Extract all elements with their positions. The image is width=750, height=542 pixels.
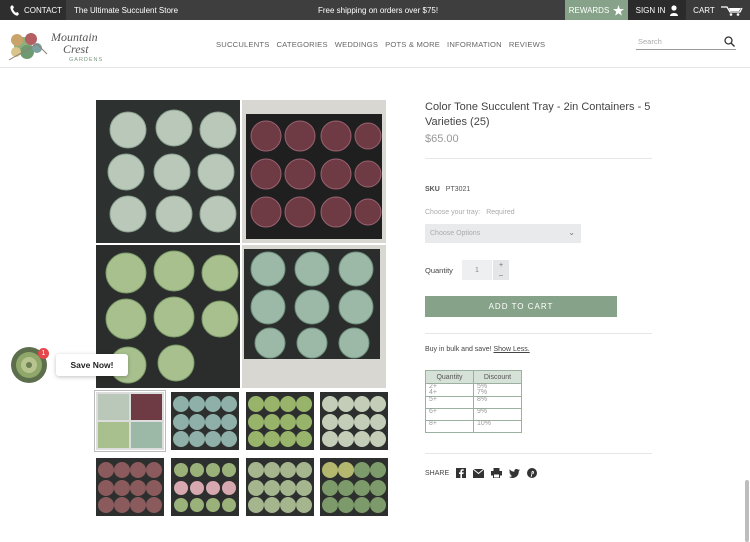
thumbnail-4[interactable]: [320, 392, 388, 450]
thumbnail-strip: [94, 390, 388, 522]
tray-select[interactable]: Choose Options ⌄: [425, 224, 581, 243]
sign-in-label: SIGN IN: [635, 5, 666, 15]
page-scrollbar[interactable]: [745, 480, 749, 542]
contact-link[interactable]: CONTACT: [0, 0, 66, 20]
thumbnail-6[interactable]: [171, 458, 239, 516]
quantity-decrease-button[interactable]: –: [493, 270, 509, 280]
sku-row: SKU PT3021: [425, 186, 470, 193]
shipping-banner: Free shipping on orders over $75!: [318, 6, 439, 15]
choose-tray-label: Choose your tray:: [425, 209, 481, 216]
product-main-image[interactable]: [96, 100, 386, 388]
discount-qty: 5+: [425, 396, 474, 409]
save-now-button[interactable]: Save Now!: [56, 354, 128, 376]
store-logo[interactable]: Mountain Crest GARDENS: [7, 24, 127, 64]
pinterest-icon[interactable]: [527, 468, 538, 478]
thumbnail-5[interactable]: [96, 458, 164, 516]
discount-header-quantity: Quantity: [425, 370, 474, 384]
store-tagline: The Ultimate Succulent Store: [74, 6, 179, 15]
divider: [425, 333, 652, 334]
cart-icon: [720, 5, 743, 16]
product-title: Color Tone Succulent Tray - 2in Containe…: [425, 101, 651, 128]
divider: [425, 158, 652, 159]
tray-option-label: Choose your tray: Required: [425, 209, 515, 216]
table-row: 2+ 4+ 5% 7%: [425, 383, 522, 397]
site-header: Mountain Crest GARDENS SUCCULENTS CATEGO…: [0, 20, 750, 68]
nav-item-reviews[interactable]: REVIEWS: [509, 40, 545, 49]
contact-label: CONTACT: [24, 5, 63, 15]
discount-header-discount: Discount: [473, 370, 522, 384]
share-row: SHARE: [425, 468, 538, 478]
logo-text-line2: Crest: [63, 42, 89, 56]
sign-in-button[interactable]: SIGN IN: [628, 0, 686, 20]
quantity-label: Quantity: [425, 266, 453, 275]
thumbnail-8[interactable]: [320, 458, 388, 516]
search-input[interactable]: Search: [636, 34, 736, 50]
tray-select-value: Choose Options: [430, 230, 481, 237]
sku-value: PT3021: [445, 186, 471, 193]
product-info: Color Tone Succulent Tray - 2in Containe…: [425, 100, 655, 145]
discount-table: Quantity Discount 2+ 4+ 5% 7% 5+ 8% 6+ 9% …: [425, 370, 522, 433]
discount-pct: 8%: [473, 396, 522, 409]
image-quadrant-pale-green: [96, 100, 240, 243]
nav-item-categories[interactable]: CATEGORIES: [276, 40, 327, 49]
divider: [425, 453, 652, 454]
thumbnail-2[interactable]: [171, 392, 239, 450]
top-bar: CONTACT The Ultimate Succulent Store Fre…: [0, 0, 750, 20]
discount-pct: 9%: [473, 408, 522, 421]
discount-qty: 8+: [425, 420, 474, 433]
share-label: SHARE: [425, 469, 450, 477]
main-nav: SUCCULENTS CATEGORIES WEDDINGS POTS & MO…: [216, 40, 545, 49]
nav-item-information[interactable]: INFORMATION: [447, 40, 502, 49]
search-icon[interactable]: [724, 36, 735, 47]
quantity-input[interactable]: 1: [462, 260, 492, 280]
nav-item-pots[interactable]: POTS & MORE: [385, 40, 440, 49]
twitter-icon[interactable]: [509, 468, 521, 478]
search-placeholder: Search: [638, 37, 662, 46]
discount-qty: 6+: [425, 408, 474, 421]
image-quadrant-maroon: [242, 100, 386, 243]
bulk-label: Buy in bulk and save!: [425, 346, 492, 353]
phone-icon: [10, 4, 19, 16]
cart-button[interactable]: CART: [686, 0, 750, 20]
table-row: 8+ 10%: [425, 420, 522, 433]
cart-label: CART: [693, 5, 715, 15]
table-row: 5+ 8%: [425, 396, 522, 409]
add-to-cart-button[interactable]: ADD TO CART: [425, 296, 617, 317]
sku-label: SKU: [425, 186, 440, 193]
quantity-increase-button[interactable]: +: [493, 260, 509, 270]
image-quadrant-blue-green: [242, 245, 386, 388]
product-price: $65.00: [425, 133, 459, 145]
nav-item-succulents[interactable]: SUCCULENTS: [216, 40, 269, 49]
thumbnail-7[interactable]: [246, 458, 314, 516]
logo-text-line3: GARDENS: [69, 57, 103, 63]
show-less-link[interactable]: Show Less.: [494, 346, 530, 353]
user-icon: [670, 4, 679, 16]
rewards-label: REWARDS: [568, 5, 610, 15]
facebook-icon[interactable]: [456, 468, 467, 478]
bulk-savings-text: Buy in bulk and save! Show Less.: [425, 346, 530, 353]
table-row: 6+ 9%: [425, 408, 522, 421]
email-icon[interactable]: [473, 468, 485, 478]
required-label: Required: [486, 209, 515, 216]
star-icon: [613, 4, 625, 16]
thumbnail-3[interactable]: [246, 392, 314, 450]
rewards-button[interactable]: REWARDS: [565, 0, 628, 20]
chevron-down-icon: ⌄: [568, 228, 575, 237]
print-icon[interactable]: [491, 468, 503, 478]
notification-badge: 1: [38, 348, 49, 359]
thumbnail-1[interactable]: [94, 390, 166, 452]
discount-pct: 10%: [473, 420, 522, 433]
save-now-widget[interactable]: 1 Save Now!: [10, 346, 128, 389]
nav-item-weddings[interactable]: WEDDINGS: [335, 40, 378, 49]
